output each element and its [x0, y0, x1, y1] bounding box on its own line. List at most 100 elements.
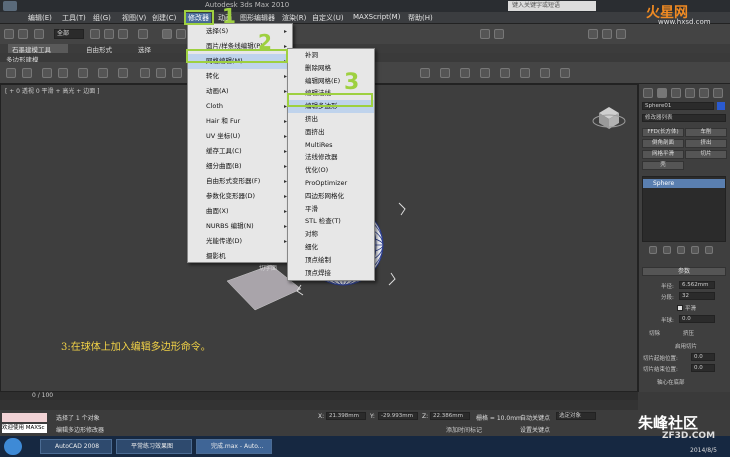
menu-item-conversion[interactable]: 转化 ▸ [188, 69, 292, 84]
stack-item-sphere[interactable]: Sphere [643, 179, 725, 188]
rotate-icon[interactable] [176, 29, 186, 39]
tool-icon[interactable] [420, 68, 430, 78]
slice-button[interactable]: 切片 [685, 150, 727, 159]
submenu-item-vertex-weld[interactable]: 顶点焊接 [288, 267, 374, 280]
tab-freeform[interactable]: 自由形式 [82, 44, 116, 54]
menu-item-cloth[interactable]: Cloth ▸ [188, 99, 292, 114]
remove-modifier-icon[interactable] [691, 246, 699, 254]
submenu-item-cap-holes[interactable]: 补洞 [288, 49, 374, 62]
menu-views[interactable]: 视图(V) [122, 13, 146, 23]
submenu-item-delete-mesh[interactable]: 删除网格 [288, 62, 374, 75]
tool-icon[interactable] [560, 68, 570, 78]
radius-field[interactable]: 6.562mm [679, 281, 715, 289]
teapot-icon[interactable] [616, 29, 626, 39]
chop-radio[interactable]: 切除 [649, 329, 660, 337]
maxscript-listener[interactable] [2, 413, 47, 422]
modifier-list-dropdown[interactable]: 修改器列表 [642, 114, 726, 122]
submenu-item-face-extrude[interactable]: 面挤出 [288, 126, 374, 139]
menu-maxscript[interactable]: MAXScript(M) [353, 13, 400, 21]
segments-field[interactable]: 32 [679, 292, 715, 300]
menu-group[interactable]: 组(G) [93, 13, 111, 23]
hemisphere-field[interactable]: 0.0 [679, 315, 715, 323]
search-input[interactable]: 键入关键字或短语 [508, 1, 596, 11]
menu-item-animation[interactable]: 动画(A) ▸ [188, 84, 292, 99]
base-to-pivot-checkbox[interactable]: 轴心在底部 [657, 378, 685, 386]
pin-stack-icon[interactable] [649, 246, 657, 254]
menu-item-subdivision[interactable]: 细分曲面(B) ▸ [188, 159, 292, 174]
meshsmooth-button[interactable]: 网格平滑 [642, 150, 684, 159]
modify-tab-icon[interactable] [657, 88, 667, 98]
parameters-rollout[interactable]: 参数 [642, 267, 726, 276]
menu-item-hair-fur[interactable]: Hair 和 Fur ▸ [188, 114, 292, 129]
tool-icon[interactable] [78, 68, 88, 78]
menu-item-cache-tools[interactable]: 缓存工具(C) ▸ [188, 144, 292, 159]
menu-edit[interactable]: 编辑(E) [28, 13, 52, 23]
submenu-item-symmetry[interactable]: 对称 [288, 228, 374, 241]
submenu-item-vertex-paint[interactable]: 顶点绘制 [288, 254, 374, 267]
menu-item-selection[interactable]: 选择(S) ▸ [188, 24, 292, 39]
menu-item-parametric[interactable]: 参数化变形器(D) ▸ [188, 189, 292, 204]
menu-tools[interactable]: 工具(T) [62, 13, 86, 23]
tool-icon[interactable] [58, 68, 68, 78]
maxscript-welcome[interactable]: 欢迎使用 MAXSc [2, 424, 47, 433]
tool-icon[interactable] [156, 68, 166, 78]
create-tab-icon[interactable] [643, 88, 653, 98]
render-icon[interactable] [602, 29, 612, 39]
submenu-item-quadify[interactable]: 四边形网格化 [288, 190, 374, 203]
rect-select-icon[interactable] [118, 29, 128, 39]
submenu-item-stl-check[interactable]: STL 检查(T) [288, 215, 374, 228]
tool-icon[interactable] [500, 68, 510, 78]
tool-icon[interactable] [42, 68, 52, 78]
tab-selection[interactable]: 选择 [134, 44, 155, 54]
taskbar-3dsmax[interactable]: 完成.max - Auto... [196, 439, 272, 454]
bevel-profile-button[interactable]: 倒角剖面 [642, 139, 684, 148]
ffd-box-button[interactable]: FFD(长方体) [642, 128, 684, 137]
motion-tab-icon[interactable] [685, 88, 695, 98]
redo-icon[interactable] [18, 29, 28, 39]
submenu-item-optimize[interactable]: 优化(O) [288, 164, 374, 177]
hierarchy-tab-icon[interactable] [671, 88, 681, 98]
taskbar-autocad[interactable]: AutoCAD 2008 [40, 439, 112, 454]
material-editor-icon[interactable] [588, 29, 598, 39]
tool-icon[interactable] [520, 68, 530, 78]
taskbar-folder[interactable]: 平常练习效果图 [116, 439, 192, 454]
select-icon[interactable] [90, 29, 100, 39]
move-icon[interactable] [162, 29, 172, 39]
render-setup-icon[interactable] [480, 29, 490, 39]
add-time-tag[interactable]: 添加时间标记 [446, 425, 482, 434]
tab-graphite[interactable]: 石墨建模工具 [8, 44, 68, 54]
configure-sets-icon[interactable] [705, 246, 713, 254]
menu-item-camera[interactable]: 摄影机 [188, 249, 292, 264]
selection-filter-dropdown[interactable]: 全部 [54, 29, 84, 39]
lathe-button[interactable]: 车削 [685, 128, 727, 137]
tool-icon[interactable] [98, 68, 108, 78]
tool-icon[interactable] [118, 68, 128, 78]
modifier-stack[interactable]: Sphere [642, 176, 726, 242]
undo-icon[interactable] [4, 29, 14, 39]
submenu-item-edit-mesh[interactable]: 编辑网格(E) [288, 75, 374, 88]
slice-from-field[interactable]: 0.0 [691, 353, 715, 361]
tool-icon[interactable] [22, 68, 32, 78]
track-bar[interactable] [0, 400, 638, 410]
tool-icon[interactable] [540, 68, 550, 78]
menu-rendering[interactable]: 渲染(R) [282, 13, 306, 23]
squash-radio[interactable]: 挤压 [683, 329, 694, 337]
extrude-button[interactable]: 挤出 [685, 139, 727, 148]
time-slider[interactable]: 0 / 100 [0, 392, 638, 400]
link-icon[interactable] [34, 29, 44, 39]
tool-icon[interactable] [172, 68, 182, 78]
shell-button[interactable]: 壳 [642, 161, 684, 170]
object-name-field[interactable]: Sphere01 [642, 102, 714, 110]
selected-objects-dropdown[interactable]: 选定对象 [556, 412, 596, 420]
object-color-swatch[interactable] [717, 102, 725, 110]
menu-item-uv-coords[interactable]: UV 坐标(U) ▸ [188, 129, 292, 144]
submenu-item-tessellate[interactable]: 细化 [288, 241, 374, 254]
smooth-checkbox[interactable] [677, 305, 683, 311]
viewcube-icon[interactable] [592, 107, 626, 129]
render-frame-icon[interactable] [494, 29, 504, 39]
tool-icon[interactable] [480, 68, 490, 78]
x-coord-field[interactable]: 21.398mm [326, 412, 366, 420]
app-logo-icon[interactable] [3, 1, 17, 11]
slice-on-checkbox[interactable]: 启用切片 [675, 342, 697, 350]
submenu-item-multires[interactable]: MultiRes [288, 139, 374, 152]
